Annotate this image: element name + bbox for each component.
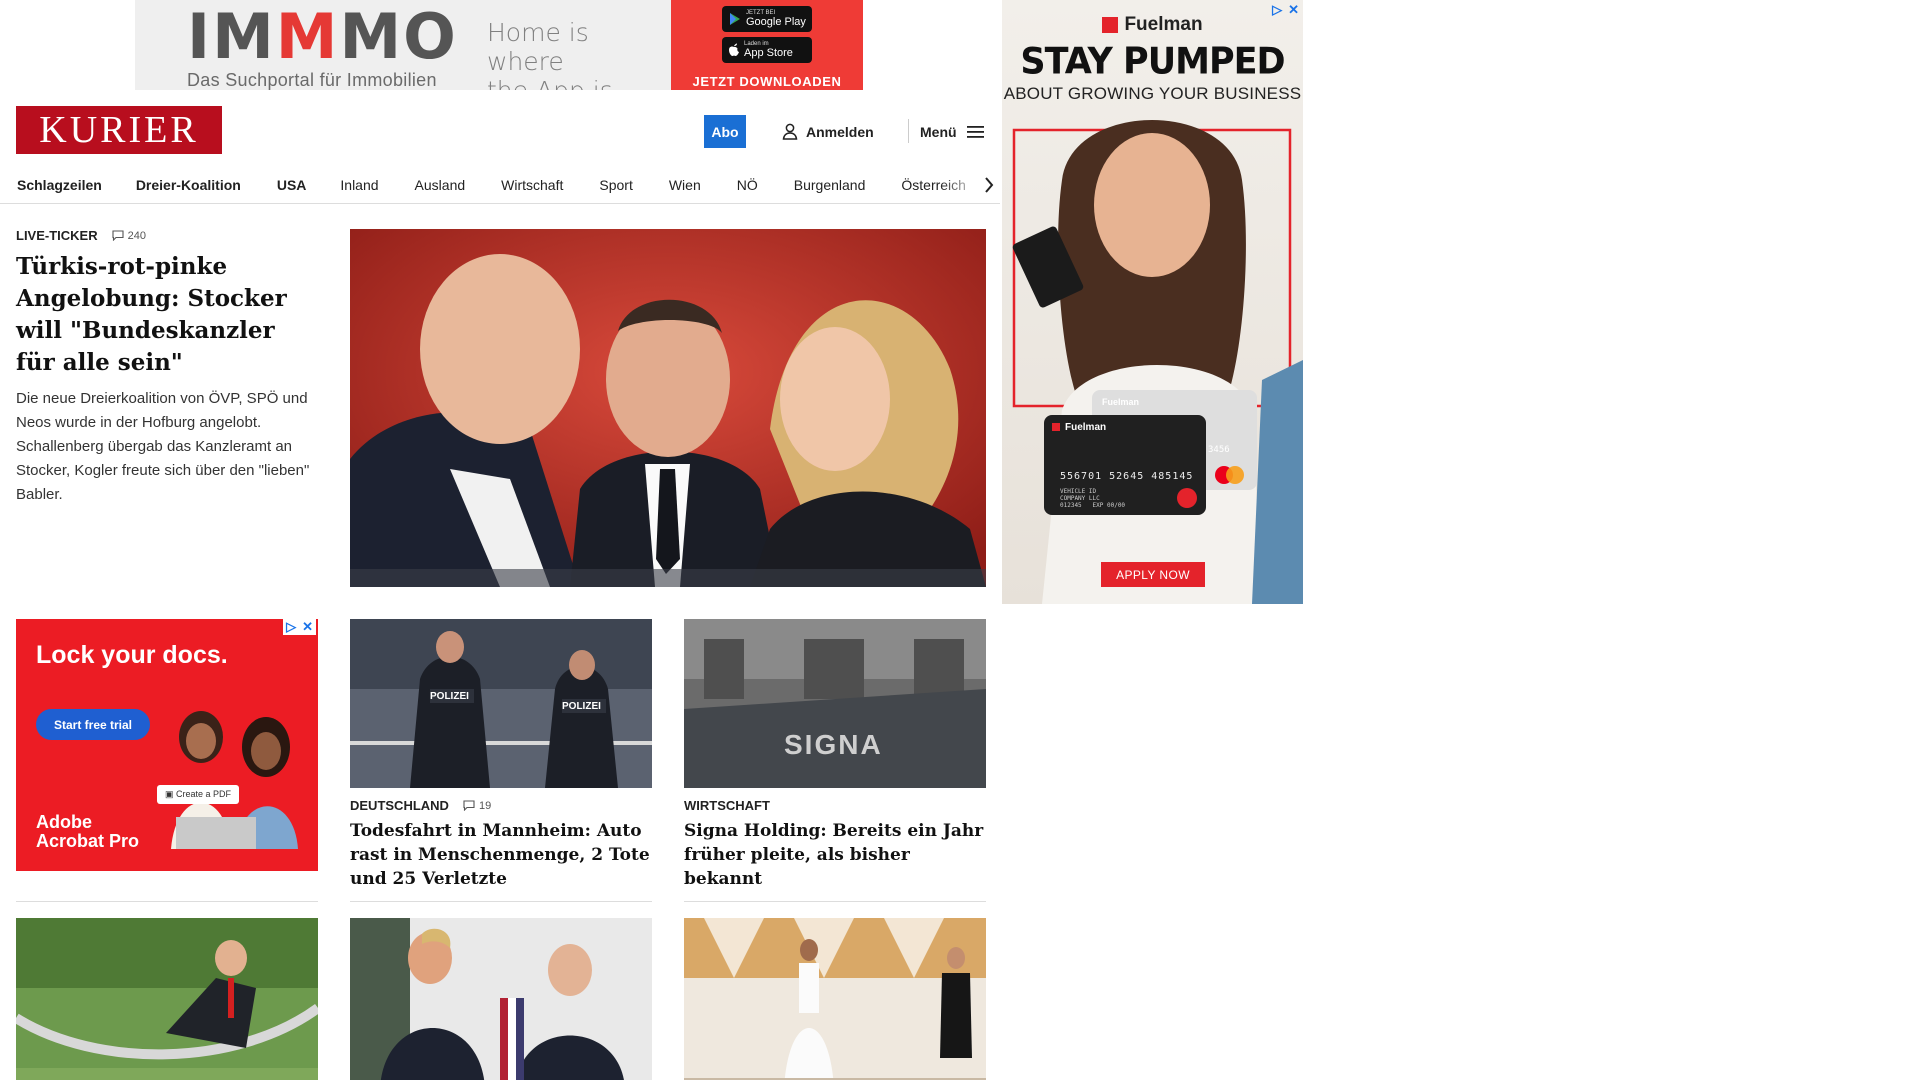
ad-headline: STAY PUMPED [1020,41,1285,83]
adchoices-icon[interactable]: ▷ [1272,2,1282,18]
adobe-brand: Adobe Acrobat Pro [36,812,140,851]
nav-item-schlagzeilen[interactable]: Schlagzeilen [17,177,102,193]
polizei-label-2: POLIZEI [562,701,601,712]
card-digits: 3456 [1208,445,1230,455]
card-brand: Fuelman [1065,422,1107,433]
kurier-logo[interactable]: KURIER [16,106,222,154]
hammock-photo [16,918,318,1080]
menu-button[interactable]: Menü [920,115,984,148]
nav-item-burgenland[interactable]: Burgenland [794,177,866,193]
hamburger-icon [966,125,984,138]
lead-kicker: LIVE-TICKER 240 [16,228,320,243]
lead-headline[interactable]: Türkis-rot-pinke Angelobung: Stocker wil… [16,251,320,379]
comment-icon [112,230,124,241]
divider [684,901,986,902]
nav-item-inland[interactable]: Inland [340,177,378,193]
menu-label: Menü [920,123,957,140]
card-details: VEHICLE ID COMPANY LLC 012345 EXP 00/00 [1060,488,1126,509]
close-icon[interactable]: ✕ [302,619,313,635]
signa-label: SIGNA [784,729,883,760]
fuelman-sky-ad[interactable]: ▷ ✕ Fuelman STAY PUMPED ABOUT GROWING YO… [1002,0,1303,604]
divider [16,901,318,902]
comment-icon [463,800,475,811]
article-photo-mannheim[interactable]: POLIZEI POLIZEI [350,619,652,788]
mannheim-photo [350,619,652,788]
lead-photo-image [350,229,986,587]
nav-item-wien[interactable]: Wien [669,177,701,193]
nav-item-usa[interactable]: USA [277,177,307,193]
article-card-signa[interactable]: SIGNA WIRTSCHAFT Signa Holding: Bereits … [684,619,986,891]
article-photo-signa[interactable]: SIGNA [684,619,986,788]
polizei-label-1: POLIZEI [430,691,469,702]
nav-item-dreier-koalition[interactable]: Dreier-Koalition [136,177,241,193]
kicker-label: LIVE-TICKER [16,228,98,243]
card-back-brand: Fuelman [1102,397,1140,407]
ad-woman-photo [1012,120,1303,604]
ad-choices[interactable]: ▷ ✕ [283,619,316,635]
user-icon [782,123,798,140]
article-card-mannheim[interactable]: POLIZEI POLIZEI DEUTSCHLAND 19 Todesfahr… [350,619,652,891]
lead-story[interactable]: LIVE-TICKER 240 Türkis-rot-pinke Angelob… [16,228,320,507]
lead-teaser: Die neue Dreierkoalition von ÖVP, SPÖ un… [16,390,310,503]
main-navigation: Schlagzeilen Dreier-Koalition USA Inland… [0,166,1000,204]
article-photo-oscars[interactable] [684,918,986,1080]
article-headline[interactable]: Todesfahrt in Mannheim: Auto rast in Men… [350,819,652,891]
immmo-slogan: Home is where the App is. [487,18,621,90]
abo-button[interactable]: Abo [704,115,746,148]
app-store-badge[interactable]: Laden im App Store [722,37,812,63]
download-cta-label[interactable]: JETZT DOWNLOADEN [693,74,842,89]
login-label: Anmelden [806,123,874,140]
trump-duda-photo [350,918,652,1080]
google-play-badge[interactable]: JETZT BEI Google Play [722,6,812,32]
fuelman-logo-icon [1102,17,1119,33]
immmo-subtitle: Das Suchportal für Immobilien [187,70,437,90]
site-header: KURIER Abo Anmelden Menü [16,106,996,156]
apple-icon [729,43,739,56]
apply-now-button[interactable]: APPLY NOW [1101,562,1205,587]
ad-subhead: ABOUT GROWING YOUR BUSINESS [1003,84,1302,103]
header-divider [908,119,909,143]
comment-count[interactable]: 240 [112,230,146,242]
nav-item-sport[interactable]: Sport [599,177,632,193]
google-play-icon [730,13,740,25]
article-headline[interactable]: Signa Holding: Bereits ein Jahr früher p… [684,819,986,891]
fuelman-brand: Fuelman [1002,14,1303,36]
adobe-ad-photo [171,711,298,849]
comment-count[interactable]: 19 [463,800,491,812]
article-photo-trump-duda[interactable] [350,918,652,1080]
nav-item-wirtschaft[interactable]: Wirtschaft [501,177,563,193]
lead-photo[interactable] [350,229,986,587]
immmo-logo: IMMMO [187,0,458,73]
immmo-brand: IMMMO Das Suchportal für Immobilien [135,0,487,91]
top-banner-ad[interactable]: IMMMO Das Suchportal für Immobilien Home… [135,0,863,90]
article-kicker: DEUTSCHLAND 19 [350,798,492,813]
adchoices-icon[interactable]: ▷ [286,619,296,635]
signa-photo [684,619,986,788]
nav-item-noe[interactable]: NÖ [737,177,758,193]
card-number: 556701 52645 485145 [1060,471,1194,482]
adobe-ad-title: Lock your docs. [36,641,228,669]
close-icon[interactable]: ✕ [1288,2,1299,18]
article-photo-hammock[interactable] [16,918,318,1080]
immmo-cta[interactable]: JETZT BEI Google Play Laden im App Store J… [671,0,863,90]
ad-choices[interactable]: ▷ ✕ [1272,2,1299,18]
oscars-photo [684,918,986,1080]
chevron-right-icon [985,176,994,193]
article-kicker: WIRTSCHAFT [684,798,770,813]
nav-item-ausland[interactable]: Ausland [415,177,466,193]
divider [350,901,652,902]
create-pdf-chip: ▣ Create a PDF [157,785,240,804]
start-trial-button[interactable]: Start free trial [36,709,150,740]
adobe-ad[interactable]: ▷ ✕ Lock your docs. Start free trial ▣ C… [16,619,318,871]
nav-scroll-right[interactable] [940,166,1000,203]
login-button[interactable]: Anmelden [782,115,874,148]
